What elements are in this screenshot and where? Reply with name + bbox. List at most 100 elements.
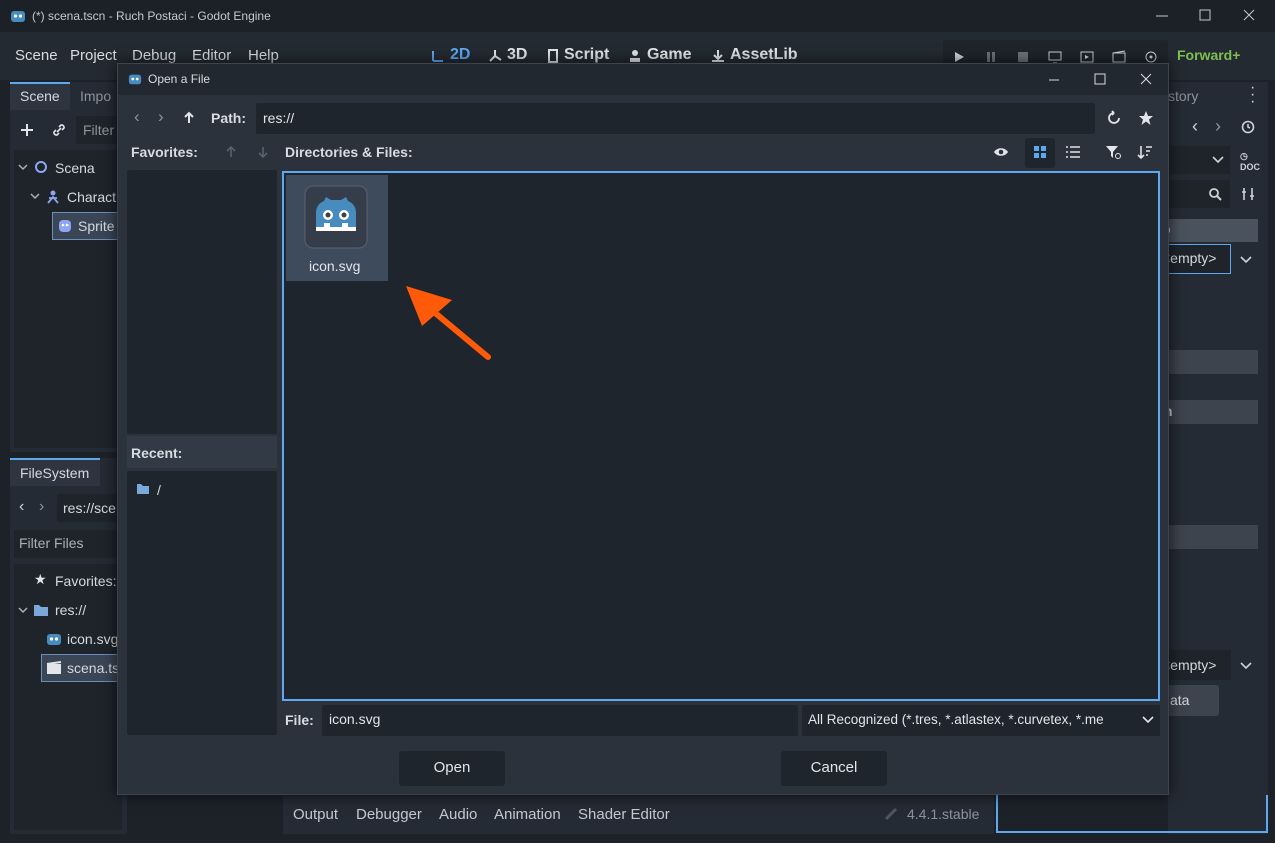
tab-debugger[interactable]: Debugger: [356, 806, 422, 823]
game-icon: [630, 50, 640, 62]
remote-debug-icon[interactable]: [1048, 50, 1062, 64]
maximize-icon[interactable]: [1094, 73, 1106, 85]
godot-logo-icon: [11, 11, 25, 22]
workspace-2d[interactable]: 2D: [450, 46, 470, 64]
path-value: res://: [263, 110, 295, 126]
fs-favorites[interactable]: Favorites:: [55, 573, 116, 589]
renderer-selector[interactable]: Forward+: [1177, 47, 1240, 63]
menu-help[interactable]: Help: [248, 47, 279, 64]
minimize-icon[interactable]: [1155, 10, 1169, 22]
workspace-3d[interactable]: 3D: [507, 46, 527, 64]
stop-icon[interactable]: [1016, 50, 1030, 64]
workspace-game[interactable]: Game: [647, 46, 691, 64]
back-icon[interactable]: ‹: [19, 498, 24, 516]
menu-project[interactable]: Project: [70, 47, 117, 64]
menu-debug[interactable]: Debug: [132, 47, 176, 64]
star-icon: ★: [34, 571, 47, 587]
file-type-value: All Recognized (*.tres, *.atlastex, *.cu…: [808, 712, 1104, 727]
add-node-icon[interactable]: [19, 122, 35, 138]
filter-icon[interactable]: [1105, 144, 1121, 160]
cancel-button[interactable]: Cancel: [781, 751, 887, 786]
inspector-section[interactable]: [1168, 219, 1258, 242]
move-up-icon[interactable]: [224, 145, 238, 159]
history-icon[interactable]: [1240, 119, 1256, 135]
file-name-input[interactable]: [322, 705, 798, 736]
tab-shader-editor[interactable]: Shader Editor: [578, 806, 670, 823]
workspace-script[interactable]: Script: [564, 46, 609, 64]
minimize-icon[interactable]: [1048, 74, 1060, 86]
play-scene-icon[interactable]: [1080, 50, 1094, 64]
back-icon[interactable]: ‹: [134, 107, 140, 127]
chevron-down-icon[interactable]: [18, 605, 28, 615]
forward-icon[interactable]: ›: [39, 498, 44, 516]
inspector-forward-icon[interactable]: ›: [1215, 116, 1221, 137]
assetlib-icon: [712, 50, 724, 62]
workspace-assetlib[interactable]: AssetLib: [730, 46, 798, 64]
up-directory-icon[interactable]: [182, 111, 196, 125]
inspector-group-1[interactable]: [1168, 350, 1258, 374]
tab-animation[interactable]: Animation: [494, 806, 561, 823]
tab-output[interactable]: Output: [293, 806, 338, 823]
close-icon[interactable]: [1140, 73, 1152, 85]
favorites-list[interactable]: [127, 170, 277, 434]
search-icon: [1209, 188, 1222, 201]
character-icon: [47, 190, 59, 204]
fs-res[interactable]: res://: [55, 602, 86, 618]
refresh-icon[interactable]: [1106, 110, 1122, 126]
chevron-down-icon[interactable]: [1240, 661, 1252, 671]
arrow-icon: [406, 286, 491, 360]
menu-scene[interactable]: Scene: [15, 47, 58, 64]
recent-list[interactable]: [127, 471, 277, 735]
tree-item-scena[interactable]: Scena: [55, 160, 95, 176]
dock-menu-icon[interactable]: · · ·: [1250, 80, 1255, 110]
favorite-star-icon[interactable]: [1138, 110, 1154, 126]
inspector-group-3[interactable]: [1168, 525, 1258, 549]
script-icon: [548, 49, 558, 63]
tab-history[interactable]: story: [1168, 88, 1198, 104]
file-area[interactable]: [282, 171, 1160, 701]
maximize-icon[interactable]: [1199, 9, 1211, 21]
tab-audio[interactable]: Audio: [439, 806, 477, 823]
godot-icon: [47, 634, 61, 645]
scene-icon: [46, 661, 62, 674]
window-title: (*) scena.tscn - Ruch Postaci - Godot En…: [32, 9, 271, 23]
tab-scene-label: Scene: [20, 88, 60, 104]
close-window-icon[interactable]: [1243, 9, 1255, 21]
movie-maker-icon[interactable]: [1144, 50, 1158, 64]
doc-icon[interactable]: ◷ DOC: [1240, 151, 1260, 172]
forward-icon[interactable]: ›: [158, 107, 164, 127]
inspector-empty-value-1: <empty>: [1162, 250, 1217, 266]
sprite-icon: [59, 220, 71, 232]
version-label: 4.4.1.stable: [907, 806, 980, 822]
filesystem-path: res://sce: [63, 500, 116, 516]
update-spinner-icon: [884, 807, 898, 821]
open-button[interactable]: Open: [399, 751, 505, 786]
file-name-value: icon.svg: [329, 711, 381, 727]
menu-editor[interactable]: Editor: [192, 47, 231, 64]
dialog-title-bar: Open a File: [118, 64, 1168, 95]
list-view-icon[interactable]: [1066, 146, 1080, 158]
link-icon[interactable]: [51, 122, 67, 138]
tab-import-label[interactable]: Impo: [80, 88, 111, 104]
file-label: File:: [285, 712, 314, 728]
inspector-empty-value-2: <empty>: [1162, 657, 1217, 673]
tools-icon[interactable]: [1240, 186, 1256, 202]
dialog-title: Open a File: [148, 72, 211, 86]
path-input[interactable]: [256, 103, 1095, 134]
sort-icon[interactable]: [1137, 144, 1153, 160]
file-item-label: icon.svg: [309, 258, 361, 274]
chevron-down-icon[interactable]: [18, 162, 28, 172]
chevron-down-icon[interactable]: [1240, 255, 1252, 265]
fs-icon-svg[interactable]: icon.svg: [67, 631, 118, 647]
inspector-group-2[interactable]: [1168, 400, 1258, 424]
recent-item-root[interactable]: /: [157, 482, 161, 498]
play-icon[interactable]: [952, 50, 966, 64]
chevron-down-icon[interactable]: [1212, 155, 1224, 165]
play-custom-scene-icon[interactable]: [1112, 50, 1126, 64]
inspector-back-icon[interactable]: ‹: [1192, 116, 1198, 137]
tree-item-character[interactable]: Charact: [67, 189, 116, 205]
move-down-icon[interactable]: [256, 145, 270, 159]
chevron-down-icon[interactable]: [30, 191, 40, 201]
show-hidden-icon[interactable]: [993, 145, 1009, 159]
pause-icon[interactable]: [984, 50, 998, 64]
